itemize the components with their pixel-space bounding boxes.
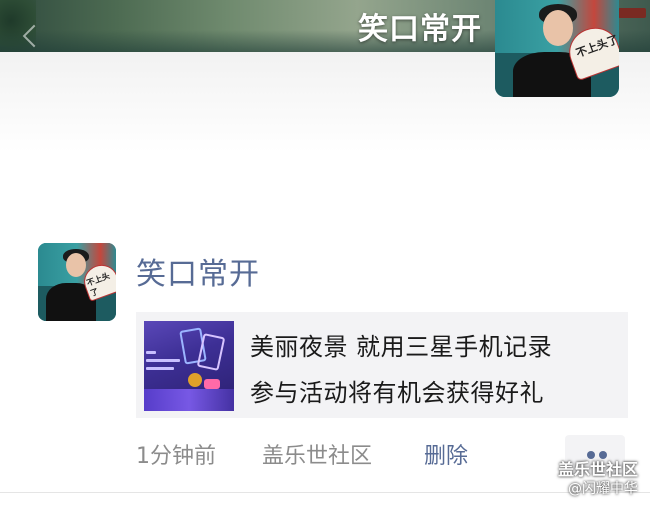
profile-avatar[interactable]: 不上头了 (495, 0, 619, 97)
post-source[interactable]: 盖乐世社区 (262, 438, 372, 470)
watermark-line2: @闪耀中华 (568, 481, 638, 497)
post-avatar[interactable]: 不上头了 (38, 243, 116, 321)
post-timestamp: 1分钟前 (136, 444, 216, 469)
shared-link-thumbnail (144, 321, 234, 411)
watermark-line1: 盖乐世社区 (558, 460, 639, 479)
cover-boat (618, 8, 646, 18)
delete-button[interactable]: 删除 (424, 438, 468, 470)
shared-link-title-line1: 美丽夜景 就用三星手机记录 (250, 333, 553, 361)
cover-username: 笑口常开 (358, 12, 482, 47)
post-username[interactable]: 笑口常开 (136, 249, 260, 293)
shared-link-title-line2: 参与活动将有机会获得好礼 (250, 379, 544, 407)
post-divider (0, 492, 650, 493)
